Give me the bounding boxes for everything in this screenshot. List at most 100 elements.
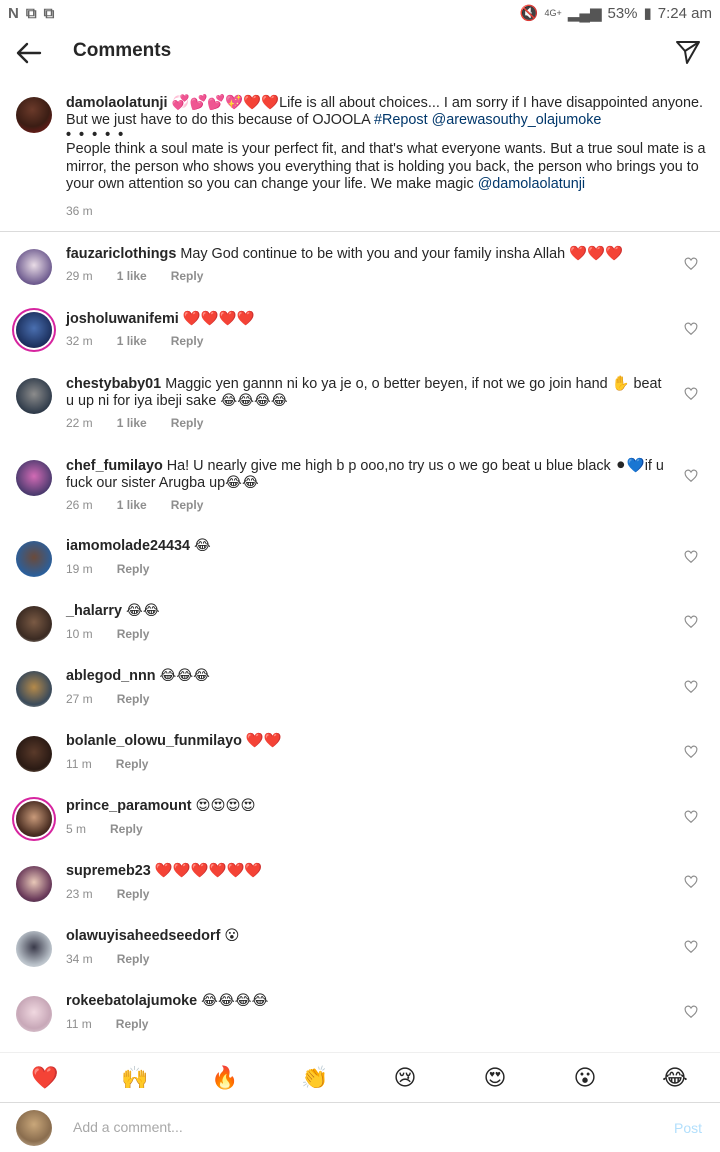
like-heart-icon[interactable] — [684, 615, 698, 629]
comment-time: 32 m — [66, 334, 93, 348]
like-count[interactable]: 1 like — [117, 498, 147, 512]
comment-time: 34 m — [66, 952, 93, 966]
reply-button[interactable]: Reply — [171, 498, 204, 512]
comment-text: 😂 — [194, 538, 211, 554]
like-heart-icon[interactable] — [684, 875, 698, 889]
gallery-icon: ⧉ — [25, 4, 37, 22]
like-count[interactable]: 1 like — [117, 269, 147, 283]
like-heart-icon[interactable] — [684, 940, 698, 954]
gallery-icon: ⧉ — [43, 4, 55, 22]
like-heart-icon[interactable] — [684, 680, 698, 694]
red-heart-emoji-button[interactable]: ❤️ — [25, 1065, 65, 1091]
comment-username[interactable]: chef_fumilayo — [66, 458, 163, 474]
avatar[interactable] — [16, 249, 52, 285]
avatar[interactable] — [16, 866, 52, 902]
comment-time: 19 m — [66, 562, 93, 576]
comment-time: 26 m — [66, 498, 93, 512]
like-heart-icon[interactable] — [684, 745, 698, 759]
comment-row: chestybaby01 Maggic yen gannn ni ko ya j… — [0, 362, 720, 442]
comment-text: May God continue to be with you and your… — [180, 246, 623, 262]
avatar[interactable] — [16, 931, 52, 967]
comment-username[interactable]: prince_paramount — [66, 798, 192, 814]
avatar[interactable] — [16, 541, 52, 577]
mention-link[interactable]: @arewasouthy_olajumoke — [432, 112, 602, 128]
comment-row: josholuwanifemi ❤️❤️❤️❤️ 32 m 1 like Reply — [0, 297, 720, 362]
notification-icons: N ⧉ ⧉ — [8, 5, 54, 22]
comment-username[interactable]: josholuwanifemi — [66, 311, 179, 327]
avatar[interactable] — [16, 312, 52, 348]
like-heart-icon[interactable] — [684, 469, 698, 483]
like-count[interactable]: 1 like — [117, 416, 147, 430]
comment-username[interactable]: supremeb23 — [66, 863, 151, 879]
comment-row: rokeebatolajumoke 😂😂😂😂 11 m Reply — [0, 980, 720, 1045]
hashtag-link[interactable]: #Repost — [374, 112, 428, 128]
comment-text: 😂😂 — [126, 603, 160, 619]
avatar[interactable] — [16, 460, 52, 496]
reply-button[interactable]: Reply — [116, 757, 149, 771]
reply-button[interactable]: Reply — [171, 269, 204, 283]
battery-icon: ▮ — [643, 5, 652, 22]
comment-text: 😍😍😍😍 — [195, 798, 256, 814]
comment-username[interactable]: chestybaby01 — [66, 376, 161, 392]
reply-button[interactable]: Reply — [116, 1017, 149, 1031]
comment-username[interactable]: fauzariclothings — [66, 246, 176, 262]
comment-time: 22 m — [66, 416, 93, 430]
avatar[interactable] — [16, 671, 52, 707]
mute-icon: 🔇 — [519, 5, 539, 22]
comment-username[interactable]: rokeebatolajumoke — [66, 993, 197, 1009]
reply-button[interactable]: Reply — [171, 416, 204, 430]
like-heart-icon[interactable] — [684, 810, 698, 824]
comment-time: 5 m — [66, 822, 87, 836]
comment-time: 29 m — [66, 269, 93, 283]
comment-username[interactable]: bolanle_olowu_funmilayo — [66, 733, 242, 749]
comment-row: ablegod_nnn 😂😂😂 27 m Reply — [0, 655, 720, 720]
like-heart-icon[interactable] — [684, 257, 698, 271]
comment-time: 10 m — [66, 627, 93, 641]
comment-input[interactable]: Add a comment... — [73, 1119, 183, 1135]
comment-row: fauzariclothings May God continue to be … — [0, 232, 720, 297]
reply-button[interactable]: Reply — [117, 692, 150, 706]
mention-link[interactable]: @damolaolatunji — [478, 176, 585, 192]
like-heart-icon[interactable] — [684, 322, 698, 336]
reply-button[interactable]: Reply — [117, 887, 150, 901]
like-heart-icon[interactable] — [684, 1005, 698, 1019]
avatar[interactable] — [16, 97, 52, 133]
fire-emoji-button[interactable]: 🔥 — [205, 1065, 245, 1091]
status-bar: N ⧉ ⧉ 🔇 4G+ ▂▄▆ 53% ▮ 7:24 am — [0, 0, 720, 26]
reply-button[interactable]: Reply — [171, 334, 204, 348]
like-heart-icon[interactable] — [684, 387, 698, 401]
crying-emoji-button[interactable]: 😢 — [385, 1065, 425, 1091]
reply-button[interactable]: Reply — [117, 952, 150, 966]
like-heart-icon[interactable] — [684, 550, 698, 564]
comment-username[interactable]: iamomolade24434 — [66, 538, 190, 554]
caption-username[interactable]: damolaolatunji — [66, 95, 168, 111]
laughing-emoji-button[interactable]: 😂 — [655, 1065, 695, 1091]
reply-button[interactable]: Reply — [117, 627, 150, 641]
avatar[interactable] — [16, 378, 52, 414]
avatar[interactable] — [16, 996, 52, 1032]
comment-text: 😮 — [224, 928, 240, 944]
avatar[interactable] — [16, 801, 52, 837]
comment-time: 11 m — [66, 1017, 92, 1031]
comment-username[interactable]: ablegod_nnn — [66, 668, 156, 684]
page-title: Comments — [73, 40, 172, 61]
like-count[interactable]: 1 like — [117, 334, 147, 348]
avatar[interactable] — [16, 736, 52, 772]
heart-eyes-emoji-button[interactable]: 😍 — [475, 1065, 515, 1091]
caption-text: damolaolatunji 💞💕💕💖❤️❤️Life is all about… — [66, 95, 706, 193]
clapping-emoji-button[interactable]: 👏 — [295, 1065, 335, 1091]
caption-timestamp: 36 m — [66, 204, 93, 218]
comment-username[interactable]: olawuyisaheedseedorf — [66, 928, 220, 944]
comment-time: 23 m — [66, 887, 93, 901]
comment-username[interactable]: _halarry — [66, 603, 122, 619]
direct-send-icon[interactable] — [674, 38, 702, 66]
comment-row: supremeb23 ❤️❤️❤️❤️❤️❤️ 23 m Reply — [0, 850, 720, 915]
avatar[interactable] — [16, 606, 52, 642]
reply-button[interactable]: Reply — [110, 822, 143, 836]
surprised-emoji-button[interactable]: 😮 — [565, 1065, 605, 1091]
back-arrow-icon[interactable] — [14, 38, 44, 68]
post-button[interactable]: Post — [674, 1120, 702, 1136]
raising-hands-emoji-button[interactable]: 🙌 — [115, 1065, 155, 1091]
comment-row: chef_fumilayo Ha! U nearly give me high … — [0, 444, 720, 524]
reply-button[interactable]: Reply — [117, 562, 150, 576]
